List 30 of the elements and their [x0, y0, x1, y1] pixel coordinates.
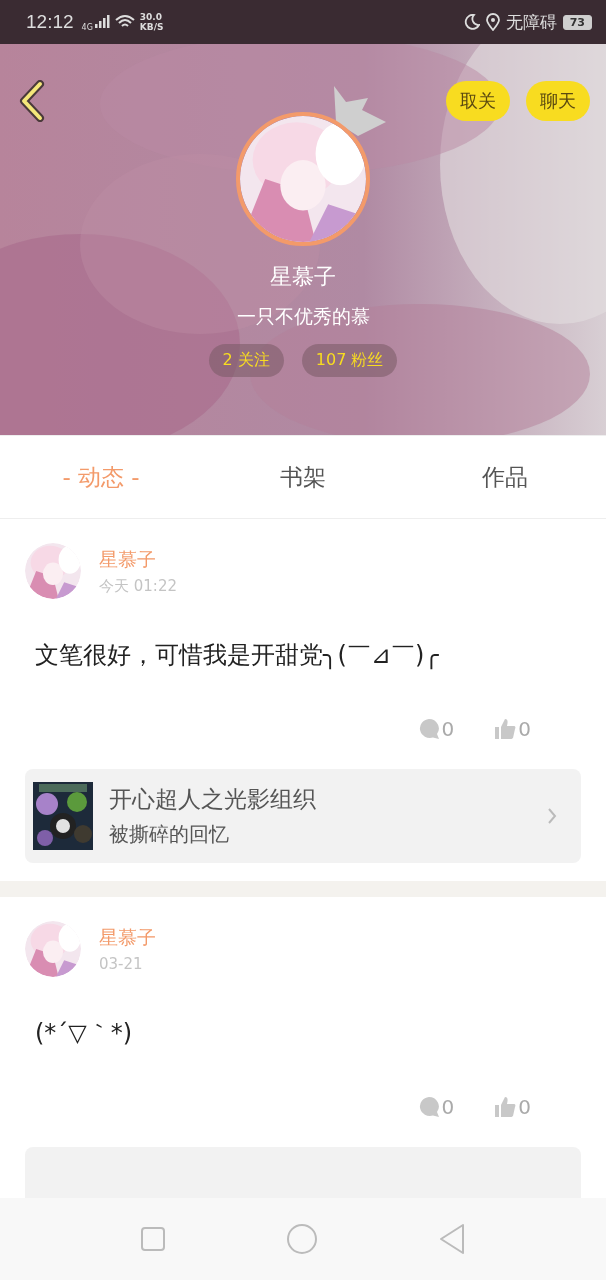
book-subtitle: 被撕碎的回忆: [109, 821, 230, 848]
post-text: (*´▽｀*): [34, 1018, 134, 1049]
tab[interactable]: 书架: [202, 436, 404, 518]
signal-icon: [93, 15, 110, 29]
comment-count: 0: [441, 1095, 455, 1119]
comment-count: 0: [441, 717, 455, 741]
network-type: 4G: [81, 23, 93, 32]
book-title: 开心超人之光影组织: [109, 785, 317, 814]
like-count: 0: [518, 1095, 531, 1119]
thumbs-up-icon: [494, 1096, 517, 1118]
comment-icon: [417, 1096, 440, 1118]
home-icon: [286, 1223, 318, 1255]
like-count: 0: [518, 717, 531, 741]
comment-icon: [417, 718, 440, 740]
moon-icon: [463, 14, 480, 30]
tab[interactable]: 作品: [404, 436, 606, 518]
chevron-right-icon: [547, 807, 557, 825]
back-icon: [438, 1223, 466, 1255]
clock-time: 12:12: [26, 11, 74, 33]
accessibility-label: 无障碍: [505, 10, 557, 34]
thumbs-up-icon: [494, 718, 517, 740]
square-icon: [140, 1226, 166, 1252]
book-card[interactable]: 开心超人之光影组织 被撕碎的回忆: [25, 769, 581, 863]
speed-unit: KB/S: [139, 22, 164, 32]
battery-level: 73: [562, 14, 592, 30]
location-icon: [485, 13, 500, 31]
network-speed: 30.0: [139, 12, 164, 22]
post-text: 文笔很好，可惜我是开甜党╮(￣⊿￣)╭: [34, 640, 440, 671]
post-time: 今天 01:22: [99, 576, 177, 596]
post-time: 03-21: [99, 955, 144, 973]
